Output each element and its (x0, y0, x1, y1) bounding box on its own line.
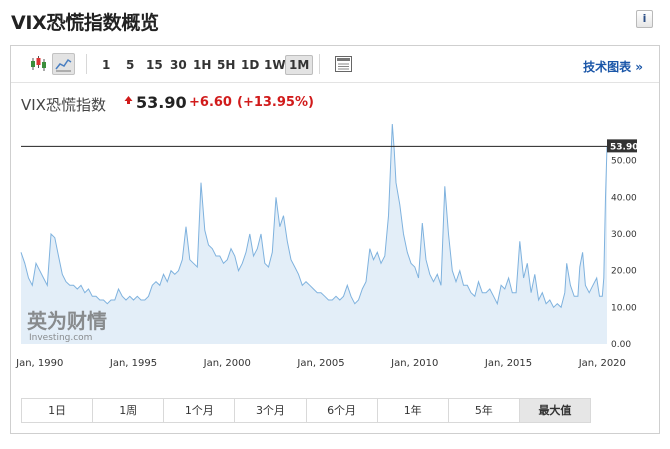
x-tick-label: Jan, 2015 (484, 358, 532, 369)
range-1-week[interactable]: 1周 (93, 399, 165, 422)
toolbar-divider (319, 54, 320, 74)
interval-1[interactable]: 1 (99, 55, 113, 75)
instrument-name: VIX恐慌指数 (21, 96, 106, 114)
current-value-label: 53.90 (610, 142, 638, 152)
x-tick-label: Jan, 1995 (109, 358, 157, 369)
watermark-sub: Investing.com (29, 333, 92, 343)
x-tick-label: Jan, 2005 (296, 358, 344, 369)
range-6-months[interactable]: 6个月 (306, 399, 378, 422)
interval-5[interactable]: 5 (123, 55, 137, 75)
price-change-percent: (+13.95%) (237, 95, 314, 110)
range-1-year[interactable]: 1年 (377, 399, 449, 422)
interval-1h[interactable]: 1H (190, 55, 214, 75)
technical-chart-link[interactable]: 技术图表 » (583, 58, 643, 75)
x-tick-label: Jan, 2020 (578, 358, 626, 369)
time-range-selector: 1日 1周 1个月 3个月 6个月 1年 5年 最大值 (21, 398, 591, 423)
candlestick-chart-icon[interactable] (27, 53, 50, 75)
watermark-brand: 英为财情 (27, 309, 107, 333)
range-max[interactable]: 最大值 (519, 399, 590, 422)
x-tick-label: Jan, 2000 (203, 358, 251, 369)
range-1-day[interactable]: 1日 (22, 399, 94, 422)
chart-widget: 1 5 15 30 1H 5H 1D 1W 1M 技术图表 » VIX恐慌指数 … (10, 45, 660, 434)
interval-1m[interactable]: 1M (285, 55, 314, 75)
range-3-months[interactable]: 3个月 (235, 399, 307, 422)
y-axis: 0.00 10.00 20.00 30.00 40.00 50.00 (611, 157, 637, 350)
chart-toolbar: 1 5 15 30 1H 5H 1D 1W 1M 技术图表 » (11, 46, 659, 83)
last-price: 53.90 (136, 93, 187, 112)
interval-5h[interactable]: 5H (214, 55, 238, 75)
y-tick-label: 30.00 (611, 230, 637, 240)
line-chart-icon[interactable] (52, 53, 75, 75)
range-5-years[interactable]: 5年 (448, 399, 520, 422)
table-view-icon[interactable] (332, 53, 355, 75)
y-tick-label: 40.00 (611, 193, 637, 203)
interval-15[interactable]: 15 (143, 55, 166, 75)
toolbar-divider (86, 54, 87, 74)
price-change: +6.60 (189, 95, 232, 110)
x-tick-label: Jan, 1990 (15, 358, 63, 369)
chart-area-fill (21, 124, 607, 344)
y-tick-label: 50.00 (611, 157, 637, 167)
interval-1d[interactable]: 1D (238, 55, 262, 75)
price-chart[interactable]: 53.90 0.00 10.00 20.00 30.00 40.00 50.00 Jan,… (11, 116, 659, 378)
y-tick-label: 0.00 (611, 340, 631, 350)
interval-30[interactable]: 30 (167, 55, 190, 75)
info-icon[interactable]: i (636, 10, 653, 28)
page-title: VIX恐慌指数概览 (11, 12, 159, 34)
x-axis: Jan, 1990 Jan, 1995 Jan, 2000 Jan, 2005 Jan,… (15, 358, 626, 369)
x-tick-label: Jan, 2010 (390, 358, 438, 369)
y-tick-label: 10.00 (611, 303, 637, 313)
range-1-month[interactable]: 1个月 (164, 399, 236, 422)
y-tick-label: 20.00 (611, 267, 637, 277)
up-arrow-icon (124, 90, 133, 109)
